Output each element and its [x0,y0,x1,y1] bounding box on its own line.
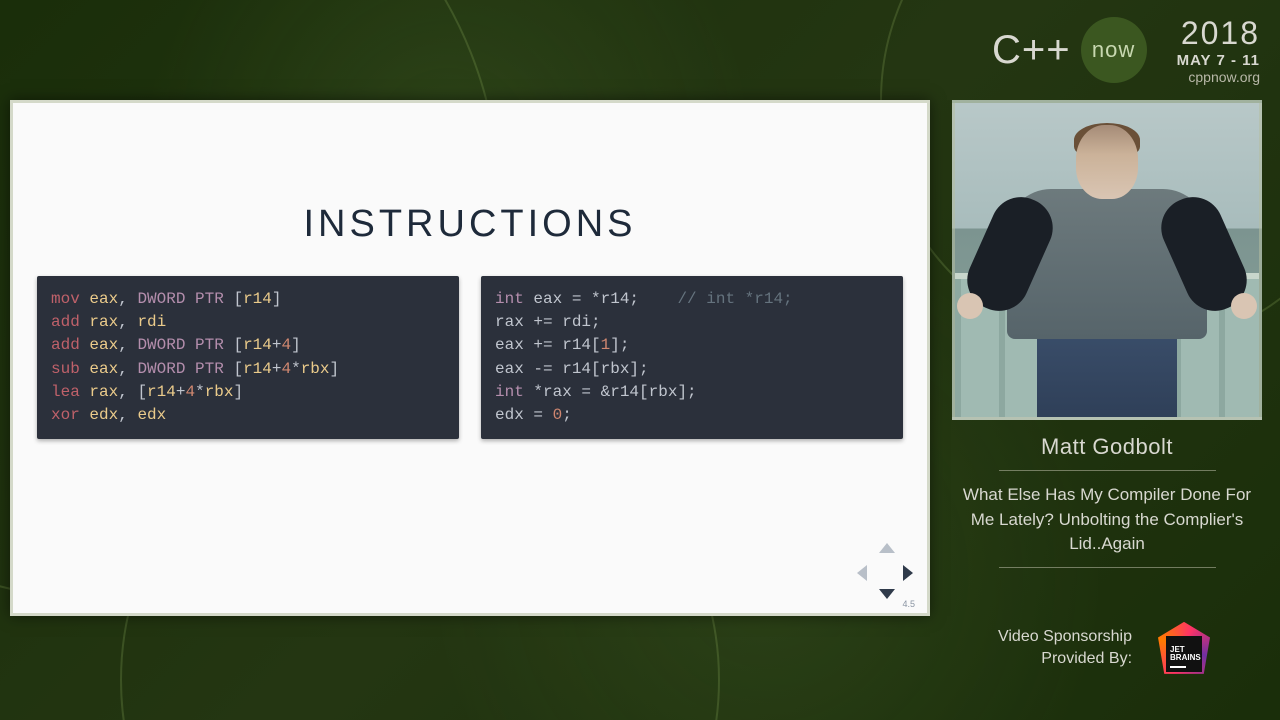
slide-title: INSTRUCTIONS [304,203,637,246]
talk-title: What Else Has My Compiler Done For Me La… [952,483,1262,557]
speaker-name: Matt Godbolt [1041,434,1173,460]
conference-logo: C++ now [992,17,1147,83]
conference-header: C++ now 2018 MAY 7 - 11 cppnow.org [0,10,1260,90]
speaker-video-feed [952,100,1262,420]
slide-nav: 4.5 [857,543,913,599]
c-equivalent-code-block: int eax = *r14; // int *r14; rax += rdi;… [481,276,903,439]
jetbrains-logo-icon: JET BRAINS [1152,616,1216,680]
conference-url: cppnow.org [1177,69,1260,85]
sponsor-line-2: Provided By: [998,648,1132,670]
speaker-figure [997,125,1217,420]
logo-text-cpp: C++ [992,28,1071,73]
code-row: mov eax, DWORD PTR [r14] add rax, rdi ad… [13,276,927,439]
sponsor-block: Video Sponsorship Provided By: JET BRAIN… [952,616,1262,680]
nav-left-icon[interactable] [857,565,867,581]
presentation-slide: INSTRUCTIONS mov eax, DWORD PTR [r14] ad… [10,100,930,616]
divider [999,470,1216,471]
nav-down-icon[interactable] [879,589,895,599]
sponsor-label: Video Sponsorship Provided By: [998,626,1132,669]
divider [999,567,1216,568]
speaker-sidebar: Matt Godbolt What Else Has My Compiler D… [952,100,1262,680]
sponsor-line-1: Video Sponsorship [998,626,1132,648]
conference-year: 2018 [1177,15,1260,52]
jetbrains-text-2: BRAINS [1170,654,1201,662]
logo-text-now: now [1081,17,1147,83]
assembly-code-block: mov eax, DWORD PTR [r14] add rax, rdi ad… [37,276,459,439]
nav-up-icon[interactable] [879,543,895,553]
conference-date-block: 2018 MAY 7 - 11 cppnow.org [1177,15,1260,85]
slide-index: 4.5 [902,599,915,609]
conference-date-range: MAY 7 - 11 [1177,52,1260,69]
nav-right-icon[interactable] [903,565,913,581]
